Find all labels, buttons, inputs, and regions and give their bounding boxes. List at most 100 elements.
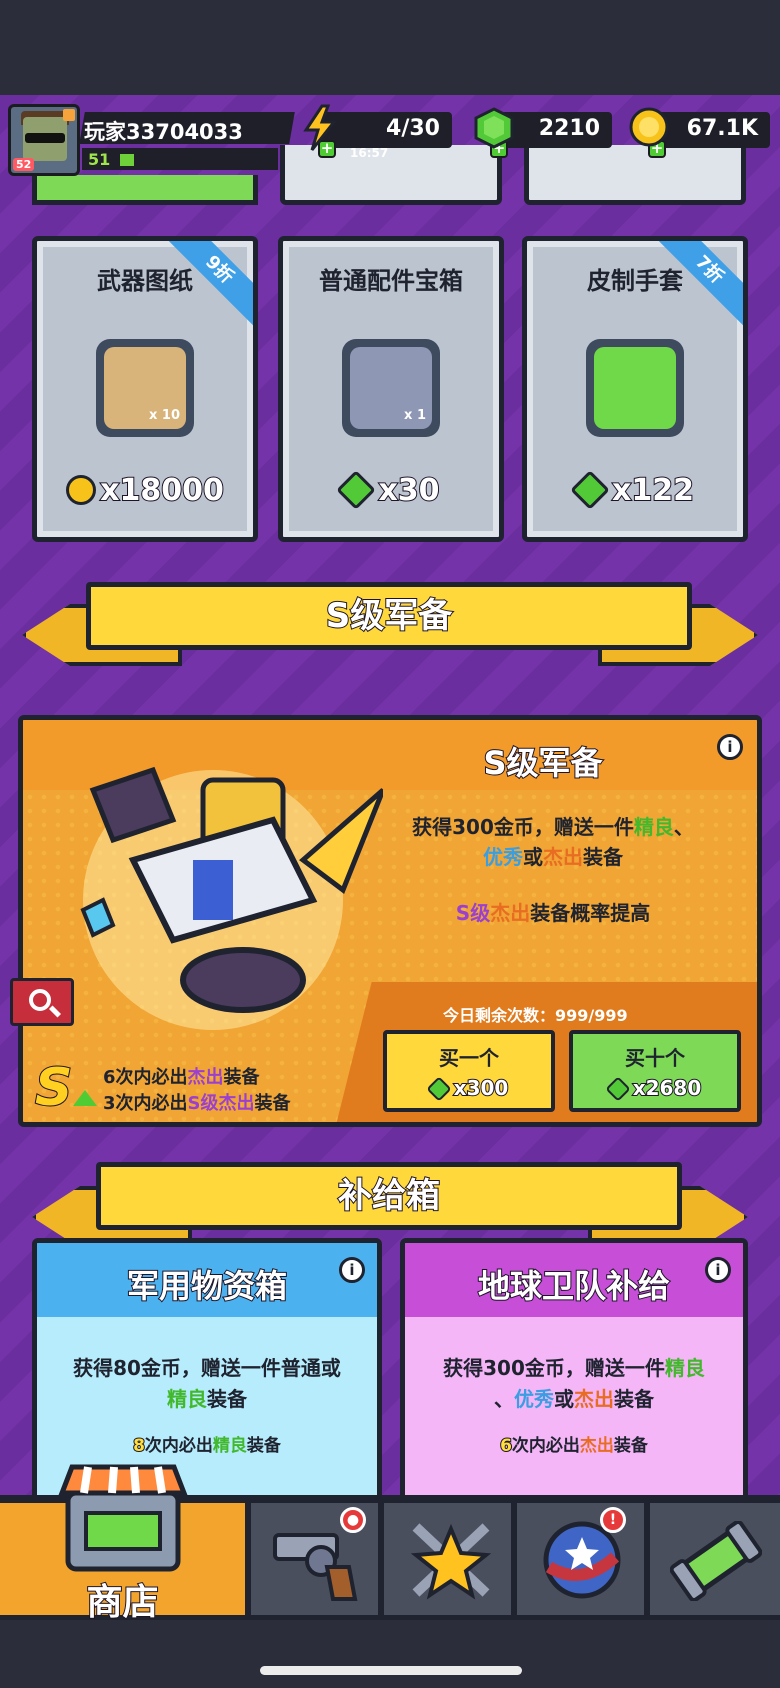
gem-icon xyxy=(336,470,377,510)
supply-guarantee: 8次内必出精良装备 xyxy=(37,1431,377,1457)
buy-one-button[interactable]: 买一个 x300 xyxy=(383,1030,555,1112)
gem-value: 2210 xyxy=(538,116,600,141)
notification-dot: ● xyxy=(340,1507,366,1533)
coin-value: 67.1K xyxy=(686,116,758,141)
desc-text: 装备 xyxy=(207,1387,247,1411)
s-armory-gear-icon xyxy=(80,766,383,1030)
desc-text: 或 xyxy=(523,845,543,869)
gem-icon xyxy=(604,1076,631,1102)
guarantee-quality: S级杰出 xyxy=(187,1093,255,1114)
nav-shop[interactable]: 商店 xyxy=(0,1464,248,1624)
card-price: x18000 xyxy=(37,472,253,509)
s-armory-panel: S级军备 i 获得300金币，赠送一件精良、 优秀或杰出装备 S级杰出装备概率提… xyxy=(18,715,762,1127)
guarantee-quality: 精良 xyxy=(212,1436,247,1456)
guarantee-text-part: 装备 xyxy=(613,1436,648,1456)
coin-icon xyxy=(629,107,669,147)
search-icon xyxy=(29,989,51,1011)
buy-ten-button[interactable]: 买十个 x2680 xyxy=(569,1030,741,1112)
desc-text: 、 xyxy=(673,815,694,839)
status-bar xyxy=(0,0,780,95)
supply-title: 军用物资箱 xyxy=(126,1266,288,1306)
buy-one-price-value: x300 xyxy=(453,1075,510,1101)
desc-text: 获得80金币，赠送一件普通或 xyxy=(73,1356,341,1380)
desc-text: 获得300金币，赠送一件 xyxy=(412,815,634,839)
card-common-parts-chest[interactable]: 普通配件宝箱 x 1 x30 xyxy=(278,236,504,542)
nav-lab[interactable] xyxy=(650,1503,780,1615)
home-indicator[interactable] xyxy=(260,1666,522,1675)
card-item-frame: x 1 xyxy=(342,339,440,437)
desc-quality-green: 精良 xyxy=(664,1356,705,1380)
gem-icon xyxy=(570,470,610,510)
s-armory-prob: S级杰出装备概率提高 xyxy=(393,898,713,928)
card-title: 普通配件宝箱 xyxy=(319,267,463,295)
nav-missions[interactable]: ! xyxy=(517,1503,647,1615)
remaining-count: 今日剩余次数：999/999 xyxy=(443,1006,628,1025)
nav-equipment[interactable] xyxy=(384,1503,514,1615)
prob-quality: 杰出 xyxy=(490,901,531,925)
upgrade-arrow-icon xyxy=(73,1090,97,1106)
guarantee-text-part: 装备 xyxy=(254,1093,291,1114)
preview-search-button[interactable] xyxy=(10,978,74,1026)
supply-box-earth-guard[interactable]: 地球卫队补给 i 获得300金币，赠送一件精良 、优秀或杰出装备 6次内必出杰出… xyxy=(400,1238,748,1508)
supply-desc: 获得80金币，赠送一件普通或 精良装备 xyxy=(47,1353,367,1415)
s-armory-title: S级军备 xyxy=(482,743,603,783)
avatar-glasses xyxy=(25,133,65,143)
shop-icon xyxy=(58,1464,188,1572)
desc-quality-orange: 杰出 xyxy=(574,1387,614,1411)
desc-quality-blue: 优秀 xyxy=(514,1387,554,1411)
section-banner-s: S级军备 xyxy=(86,582,692,650)
card-weapon-blueprint[interactable]: 武器图纸 x 10 x18000 9折 xyxy=(32,236,258,542)
energy-timer: 16:57 xyxy=(350,146,389,160)
prob-s: S级 xyxy=(455,901,491,925)
card-qty: x 10 xyxy=(148,408,180,423)
prob-text: 装备概率提高 xyxy=(530,901,651,925)
dna-capsule-icon xyxy=(670,1521,762,1601)
buy-ten-label: 买十个 xyxy=(625,1046,685,1070)
card-leather-gloves[interactable]: 皮制手套 x122 7折 xyxy=(522,236,748,542)
nav-weapons[interactable]: ● xyxy=(251,1503,381,1615)
section-banner-supply: 补给箱 xyxy=(96,1162,682,1230)
top-header: 52 玩家33704033 51 4/30 + 16:57 2210 + 67.… xyxy=(0,100,780,180)
guarantee-count: 8 xyxy=(132,1435,146,1457)
desc-text: 装备 xyxy=(583,845,623,869)
guarantee-quality: 杰出 xyxy=(579,1436,614,1456)
star-swords-icon xyxy=(410,1523,492,1600)
nav-shop-label: 商店 xyxy=(85,1581,159,1624)
home-indicator-area xyxy=(0,1620,780,1688)
avatar-level-badge: 52 xyxy=(13,158,35,171)
bottom-nav: 商店 ● ! xyxy=(0,1464,780,1624)
buy-one-label: 买一个 xyxy=(439,1046,499,1070)
search-icon-handle xyxy=(48,1005,62,1018)
card-price: x122 xyxy=(527,470,743,510)
desc-text: 获得300金币，赠送一件 xyxy=(443,1356,665,1380)
desc-text: 装备 xyxy=(614,1387,654,1411)
guarantee-text-part: 次内必出 xyxy=(511,1436,580,1456)
player-name: 玩家33704033 xyxy=(84,120,243,144)
notification-badge: ! xyxy=(600,1507,626,1533)
desc-quality-blue: 优秀 xyxy=(483,845,523,869)
avatar-badge-icon xyxy=(63,109,75,121)
buy-one-price: x300 xyxy=(387,1075,551,1102)
supply-info-icon[interactable]: i xyxy=(705,1257,731,1283)
desc-text: 或 xyxy=(554,1387,574,1411)
guarantee-text-part: 次内必出 xyxy=(144,1436,213,1456)
guarantee-quality: 杰出 xyxy=(187,1067,224,1088)
supply-info-icon[interactable]: i xyxy=(339,1257,365,1283)
guarantee-text: 6次内必出杰出装备 3次内必出S级杰出装备 xyxy=(103,1065,291,1117)
player-level-bar xyxy=(82,148,278,170)
s-armory-info-icon[interactable]: i xyxy=(717,734,743,760)
card-price-value: x30 xyxy=(377,472,440,509)
card-price-value: x18000 xyxy=(99,472,225,509)
s-rank-icon: S xyxy=(34,1058,73,1118)
buy-ten-price-value: x2680 xyxy=(632,1075,703,1101)
player-avatar[interactable]: 52 xyxy=(8,104,80,176)
desc-quality-orange: 杰出 xyxy=(543,845,583,869)
lightning-icon xyxy=(303,104,338,151)
desc-quality-green: 精良 xyxy=(167,1387,207,1411)
gem-icon xyxy=(474,107,514,149)
card-price-value: x122 xyxy=(611,472,695,509)
guarantee-text-part: 装备 xyxy=(223,1067,260,1088)
guarantee-text-part: 装备 xyxy=(246,1436,281,1456)
player-level: 51 xyxy=(88,150,111,169)
coin-icon xyxy=(66,475,97,505)
